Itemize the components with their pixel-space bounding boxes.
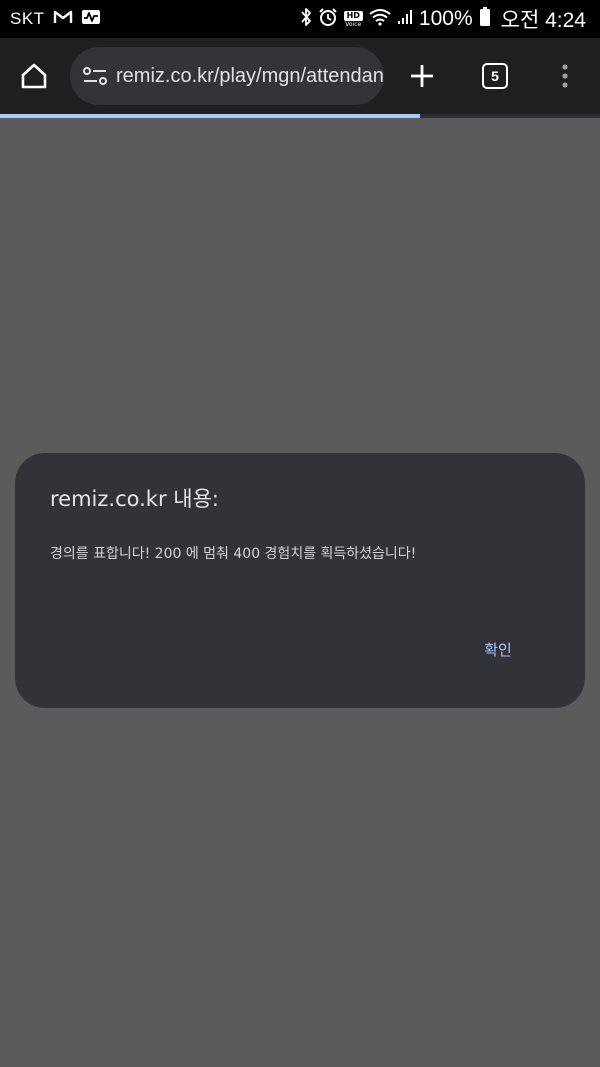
- ok-button[interactable]: 확인: [467, 629, 529, 669]
- clock: 오전 4:24: [500, 9, 586, 32]
- alarm-icon: [318, 7, 338, 31]
- home-icon: [21, 63, 47, 89]
- carrier-label: SKT: [10, 9, 45, 28]
- tab-switcher-icon: 5: [482, 63, 508, 89]
- activity-icon: [81, 9, 101, 29]
- new-tab-button[interactable]: [402, 56, 442, 96]
- battery-percent: 100%: [418, 7, 473, 30]
- signal-icon: [397, 9, 413, 29]
- plus-icon: [411, 65, 433, 87]
- dialog-title: remiz.co.kr 내용:: [50, 487, 219, 511]
- browser-toolbar: remiz.co.kr/play/mgn/attendance 5: [0, 38, 600, 114]
- address-bar[interactable]: remiz.co.kr/play/mgn/attendance: [70, 47, 384, 105]
- gmail-icon: [53, 9, 73, 29]
- status-right: HD Voice 100% 오전 4:24: [300, 0, 586, 38]
- phone-screen: SKT HD Voice 100% 오전 4:24 remiz.co.kr/pl…: [0, 0, 600, 1067]
- wifi-icon: [369, 8, 391, 30]
- status-left: SKT: [10, 0, 101, 38]
- battery-icon: [479, 7, 491, 31]
- bluetooth-icon: [300, 7, 312, 31]
- status-bar: SKT HD Voice 100% 오전 4:24: [0, 0, 600, 38]
- url-text[interactable]: remiz.co.kr/play/mgn/attendance: [116, 63, 384, 89]
- tab-switcher-button[interactable]: 5: [476, 59, 514, 93]
- hd-voice-icon: HD Voice: [343, 10, 363, 28]
- tab-count: 5: [491, 68, 499, 84]
- site-settings-icon[interactable]: [82, 64, 108, 88]
- more-menu-button[interactable]: [548, 56, 582, 96]
- dialog-message: 경의를 표합니다! 200 에 멈춰 400 경험치를 획득하셨습니다!: [50, 546, 417, 562]
- home-button[interactable]: [14, 56, 54, 96]
- hd-label: HD: [343, 10, 363, 21]
- voice-label: Voice: [345, 20, 362, 28]
- more-vert-icon: [562, 64, 568, 88]
- alert-dialog: remiz.co.kr 내용: 경의를 표합니다! 200 에 멈춰 400 경…: [15, 453, 585, 708]
